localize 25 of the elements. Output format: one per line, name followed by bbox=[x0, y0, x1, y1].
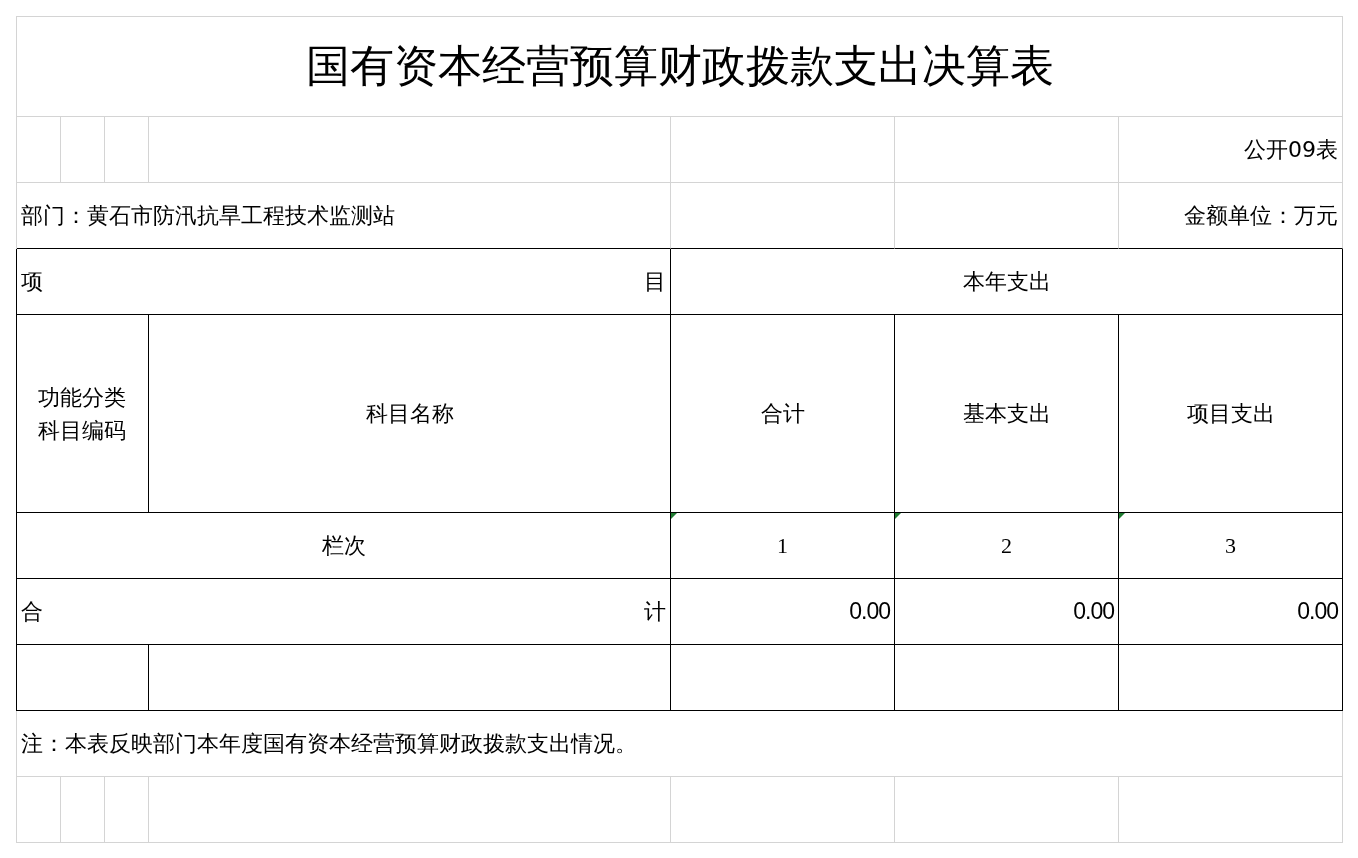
error-indicator-icon bbox=[895, 513, 901, 519]
total-label: 合 bbox=[21, 597, 43, 626]
department-label: 部门：黄石市防汛抗旱工程技术监测站 bbox=[21, 201, 395, 230]
table-code: 公开09表 bbox=[1244, 135, 1338, 164]
total-label: 计 bbox=[644, 597, 666, 626]
error-indicator-icon bbox=[1119, 513, 1125, 519]
column-number: 3 bbox=[1225, 532, 1236, 559]
column-header: 功能分类科目编码 bbox=[37, 383, 128, 445]
column-number: 2 bbox=[1001, 532, 1012, 559]
table-cell: 0.00 bbox=[1297, 598, 1338, 625]
column-header: 基本支出 bbox=[962, 399, 1051, 428]
header-label: 项 bbox=[21, 267, 43, 296]
column-number: 1 bbox=[777, 532, 788, 559]
table-cell: 0.00 bbox=[849, 598, 890, 625]
note-text: 注：本表反映部门本年度国有资本经营预算财政拨款支出情况。 bbox=[21, 729, 637, 758]
error-indicator-icon bbox=[671, 513, 677, 519]
header-label: 目 bbox=[644, 267, 666, 296]
column-header: 科目名称 bbox=[365, 399, 454, 428]
sheet-title: 国有资本经营预算财政拨款支出决算表 bbox=[305, 39, 1054, 93]
row-label: 栏次 bbox=[321, 531, 366, 560]
unit-label: 金额单位：万元 bbox=[1184, 201, 1338, 230]
column-header: 合计 bbox=[760, 399, 805, 428]
column-header: 本年支出 bbox=[962, 267, 1051, 296]
column-header: 项目支出 bbox=[1186, 399, 1275, 428]
table-cell: 0.00 bbox=[1073, 598, 1114, 625]
